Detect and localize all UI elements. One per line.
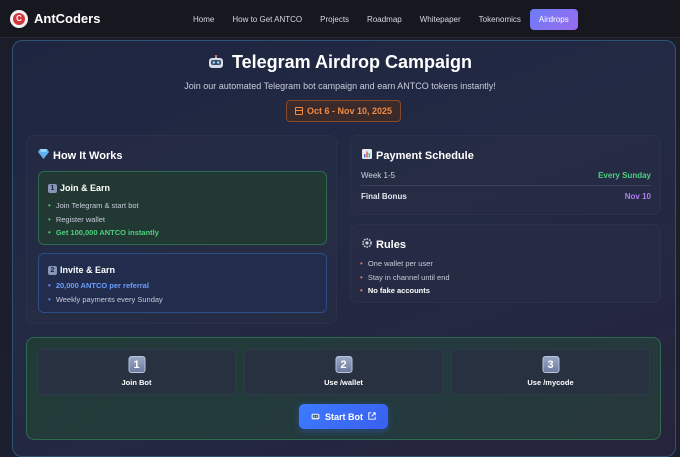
- step-join-bot: 1 Join Bot: [37, 349, 236, 395]
- gem-icon: [38, 149, 49, 162]
- nav-link-projects[interactable]: Projects: [311, 9, 358, 30]
- list-item: Join Telegram & start bot: [48, 199, 159, 213]
- nav-link-airdrops[interactable]: Airdrops: [529, 9, 578, 30]
- rules-card: Rules One wallet per user Stay in channe…: [350, 224, 661, 303]
- bar-chart-icon: [362, 149, 372, 162]
- calendar-icon: [294, 107, 303, 115]
- step-use-wallet: 2 Use /wallet: [244, 349, 443, 395]
- payment-row-value: Nov 10: [624, 191, 651, 201]
- start-bot-label: Start Bot: [325, 411, 363, 422]
- step-use-mycode: 3 Use /mycode: [451, 349, 650, 395]
- list-item: Weekly payments every Sunday: [48, 293, 163, 307]
- step-label: Join Bot: [121, 378, 152, 387]
- step-label: Use /wallet: [324, 378, 363, 387]
- payment-row-value: Every Sunday: [598, 171, 651, 180]
- date-range: Oct 6 - Nov 10, 2025: [306, 106, 393, 116]
- list-item: No fake accounts: [360, 284, 450, 298]
- payment-row: Week 1-5 Every Sunday: [361, 166, 651, 186]
- keycap-2-icon: 2: [335, 356, 352, 373]
- join-earn-box: 1 Join & Earn Join Telegram & start bot …: [38, 171, 327, 245]
- payment-schedule-title: Payment Schedule: [362, 149, 474, 162]
- page-title: Telegram Airdrop Campaign: [0, 52, 680, 73]
- title-text: Telegram Airdrop Campaign: [231, 52, 473, 72]
- nav-link-tokenomics[interactable]: Tokenomics: [470, 9, 530, 30]
- brand-name: AntCoders: [34, 11, 101, 26]
- page-subtitle: Join our automated Telegram bot campaign…: [184, 81, 496, 91]
- payment-row-label: Final Bonus: [361, 191, 407, 201]
- how-it-works-card: How It Works 1 Join & Earn Join Telegram…: [26, 135, 337, 324]
- logo-icon: C: [10, 9, 28, 28]
- keycap-1-icon: 1: [128, 356, 145, 373]
- gear-icon: [362, 238, 372, 251]
- join-earn-title: 1 Join & Earn: [48, 183, 110, 193]
- nav-link-how-to-get[interactable]: How to Get ANTCO: [223, 9, 311, 30]
- payment-schedule-label: Payment Schedule: [376, 149, 474, 162]
- top-nav: C AntCoders Home How to Get ANTCO Projec…: [0, 0, 680, 38]
- nav-link-roadmap[interactable]: Roadmap: [358, 9, 411, 30]
- invite-earn-label: Invite & Earn: [60, 265, 116, 275]
- robot-icon: [311, 412, 320, 422]
- rules-list: One wallet per user Stay in channel unti…: [360, 257, 450, 298]
- invite-earn-list: 20,000 ANTCO per referral Weekly payment…: [48, 279, 163, 306]
- step-label: Use /mycode: [527, 378, 574, 387]
- list-item: Stay in channel until end: [360, 271, 450, 285]
- how-it-works-label: How It Works: [53, 149, 123, 162]
- list-item: Register wallet: [48, 213, 159, 227]
- invite-earn-title: 2 Invite & Earn: [48, 265, 115, 275]
- join-earn-list: Join Telegram & start bot Register walle…: [48, 199, 159, 240]
- rules-label: Rules: [376, 238, 406, 251]
- logo-letter: C: [13, 12, 25, 25]
- list-item: Get 100,000 ANTCO instantly: [48, 226, 159, 240]
- nav-link-whitepaper[interactable]: Whitepaper: [411, 9, 470, 30]
- nav-link-home[interactable]: Home: [184, 9, 223, 30]
- robot-icon: [208, 52, 232, 72]
- join-earn-label: Join & Earn: [60, 183, 111, 193]
- list-item: One wallet per user: [360, 257, 450, 271]
- payment-row: Final Bonus Nov 10: [361, 186, 651, 206]
- rules-title: Rules: [362, 238, 406, 251]
- list-item: 20,000 ANTCO per referral: [48, 279, 163, 293]
- start-bot-button[interactable]: Start Bot: [299, 404, 388, 429]
- how-it-works-title: How It Works: [38, 149, 122, 162]
- nav-links: Home How to Get ANTCO Projects Roadmap W…: [184, 9, 578, 30]
- invite-earn-box: 2 Invite & Earn 20,000 ANTCO per referra…: [38, 253, 327, 313]
- external-link-icon: [368, 411, 376, 422]
- keycap-3-icon: 3: [542, 356, 559, 373]
- brand[interactable]: C AntCoders: [10, 9, 101, 28]
- keycap-1-icon: 1: [48, 183, 57, 193]
- date-badge: Oct 6 - Nov 10, 2025: [286, 100, 401, 122]
- payment-row-label: Week 1-5: [361, 171, 396, 180]
- keycap-2-icon: 2: [48, 265, 57, 275]
